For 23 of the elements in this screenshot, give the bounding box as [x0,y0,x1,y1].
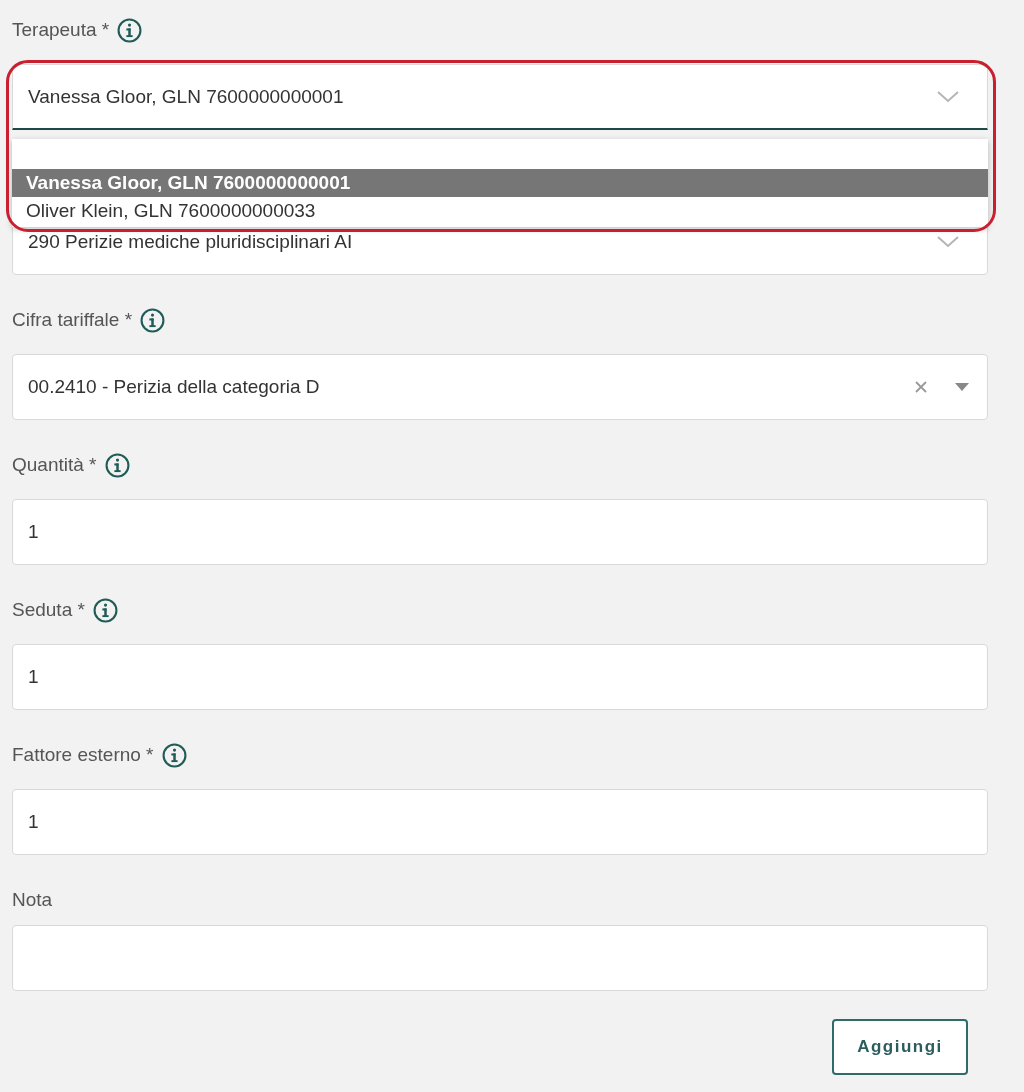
input-field[interactable] [12,925,988,991]
input-field[interactable]: 1 [12,644,988,710]
chevron-down-icon [937,90,959,103]
combo-field[interactable]: 00.2410 - Perizia della categoria D [12,354,988,420]
info-icon[interactable] [104,452,130,478]
select-field[interactable]: Vanessa Gloor, GLN 7600000000001 [12,64,988,130]
field-label: Fattore esterno * [12,744,154,766]
dropdown-option[interactable]: Vanessa Gloor, GLN 7600000000001 [12,169,988,197]
info-icon[interactable] [92,597,118,623]
input-field[interactable]: 1 [12,789,988,855]
field-label: Quantità * [12,454,97,476]
info-icon[interactable] [161,742,187,768]
field-label: Cifra tariffale * [12,309,133,331]
field-label: Nota [12,889,53,911]
info-icon[interactable] [140,307,166,333]
clear-icon[interactable] [915,381,927,393]
field-label: Seduta * [12,599,85,621]
field-label: Terapeuta * [12,19,110,41]
add-button[interactable]: Aggiungi [832,1019,968,1075]
chevron-down-icon [937,236,959,248]
info-icon[interactable] [117,17,143,43]
input-field[interactable]: 1 [12,499,988,565]
caret-down-icon[interactable] [955,383,969,391]
